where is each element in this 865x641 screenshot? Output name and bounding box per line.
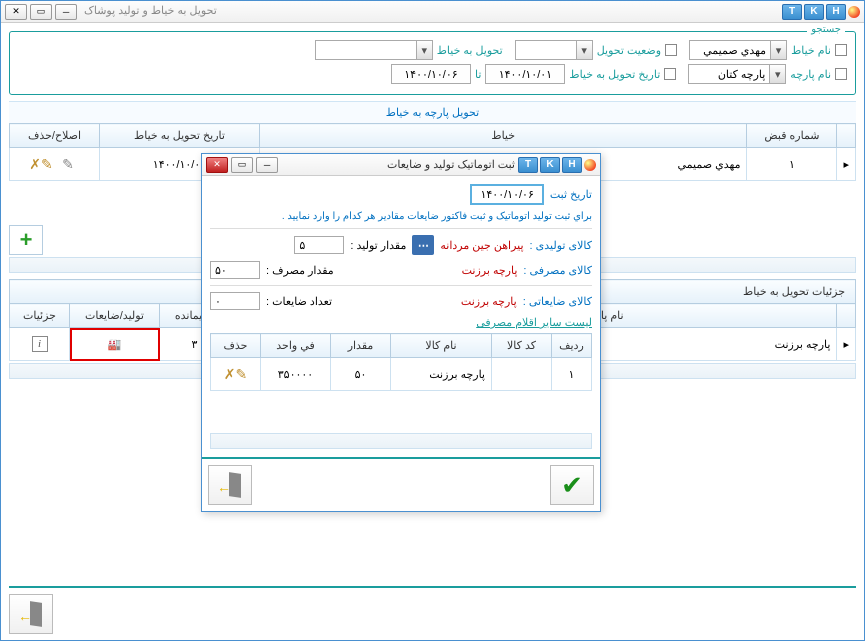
record-dot-icon [584, 159, 596, 171]
cell-unit-price: ۳۵۰۰۰۰ [261, 358, 331, 391]
qty-prod-label: مقدار تولید : [350, 239, 406, 252]
cell-details[interactable]: i [10, 328, 70, 361]
cell-qty: ۵۰ [331, 358, 391, 391]
hkt-k: K [804, 4, 824, 20]
tailor-name-label: نام خیاط [791, 44, 831, 57]
col-prod-waste: تولید/ضایعات [70, 304, 160, 328]
deliver-to-combo[interactable]: ▾ [315, 40, 433, 60]
edit-icon[interactable]: ✎ [56, 152, 80, 176]
exit-door-icon [219, 473, 241, 497]
qty-prod-input[interactable] [294, 236, 344, 254]
hkt-t: T [782, 4, 802, 20]
waste-value: پارچه برزنت [461, 295, 517, 308]
hkt-badge: H K T [782, 4, 860, 20]
col-row: ردیف [552, 334, 592, 358]
modal-exit-button[interactable] [208, 465, 252, 505]
section1-title: تحویل پارچه به خیاط [9, 101, 856, 123]
chevron-down-icon: ▾ [770, 41, 786, 59]
cell-row: ۱ [552, 358, 592, 391]
col-date: تاریخ تحویل به خیاط [100, 124, 260, 148]
consumed-value: پارچه برزنت [462, 264, 518, 277]
window-title: تحویل به خیاط و تولید پوشاک [84, 4, 217, 20]
delete-row-icon[interactable]: ✎✗ [224, 362, 248, 386]
add-button[interactable]: + [9, 225, 43, 255]
reg-date-label: تاریخ ثبت [550, 188, 592, 201]
cell-prod-waste[interactable]: 🏭 [70, 328, 160, 361]
col-name: نام کالا [391, 334, 492, 358]
tailor-name-checkbox[interactable] [835, 44, 847, 56]
fabric-name-value: پارچه کتان [689, 65, 769, 83]
fabric-name-combo[interactable]: ▾ پارچه کتان [688, 64, 786, 84]
modal-title: ثبت اتوماتیک تولید و ضایعات [387, 158, 515, 171]
produced-more-button[interactable]: ⋯ [412, 235, 434, 255]
main-window: H K T تحویل به خیاط و تولید پوشاک ─ ▭ ✕ … [0, 0, 865, 641]
minimize-button[interactable]: ─ [55, 4, 77, 20]
date-to-input[interactable] [391, 64, 471, 84]
status-label: وضعیت تحویل [597, 44, 661, 57]
factory-icon: 🏭 [103, 332, 127, 356]
col-unit-price: في واحد [261, 334, 331, 358]
delete-icon[interactable]: ✎✗ [29, 152, 53, 176]
status-combo[interactable]: ▾ [515, 40, 593, 60]
record-dot-icon [848, 6, 860, 18]
col-edit-del: اصلاح/حذف [10, 124, 100, 148]
confirm-button[interactable]: ✔ [550, 465, 594, 505]
modal-note: براي ثبت تولید اتوماتیک و ثبت فاکتور ضای… [210, 211, 592, 222]
status-checkbox[interactable] [665, 44, 677, 56]
waste-qty-input[interactable] [210, 292, 260, 310]
main-titlebar: H K T تحویل به خیاط و تولید پوشاک ─ ▭ ✕ [1, 1, 864, 23]
qty-cons-label: مقدار مصرف : [266, 264, 334, 277]
close-button[interactable]: ✕ [5, 4, 27, 20]
info-icon: i [32, 336, 48, 352]
cell-name: پارچه برزنت [391, 358, 492, 391]
fabric-name-label: نام پارچه [790, 68, 831, 81]
search-panel: جستجو نام خیاط ▾ مهدي صميمي وضعیت تحویل … [9, 31, 856, 95]
row-marker: ▸ [837, 148, 856, 181]
chevron-down-icon: ▾ [576, 41, 592, 59]
date-range-checkbox[interactable] [664, 68, 676, 80]
waste-label: کالای ضایعاتی : [523, 295, 592, 308]
modal-footer: ✔ [202, 457, 600, 511]
list-title: لیست سایر اقلام مصرفی [210, 316, 592, 329]
modal-minimize-button[interactable]: ─ [256, 157, 278, 173]
cell-actions: ✎ ✎✗ [10, 148, 100, 181]
modal-close-button[interactable]: ✕ [206, 157, 228, 173]
date-range-label: تاریخ تحویل به خیاط [569, 68, 660, 81]
modal-titlebar: H K T ثبت اتوماتیک تولید و ضایعات ─ ▭ ✕ [202, 154, 600, 176]
modal-scrollbar[interactable] [210, 433, 592, 449]
table-row[interactable]: ۱ پارچه برزنت ۵۰ ۳۵۰۰۰۰ ✎✗ [211, 358, 592, 391]
main-footer [9, 586, 856, 634]
production-modal: H K T ثبت اتوماتیک تولید و ضایعات ─ ▭ ✕ … [201, 153, 601, 512]
search-legend: جستجو [807, 24, 845, 35]
hkt-h: H [826, 4, 846, 20]
col-tailor: خیاط [260, 124, 747, 148]
chevron-down-icon: ▾ [769, 65, 785, 83]
chevron-down-icon: ▾ [416, 41, 432, 59]
waste-qty-label: تعداد ضایعات : [266, 295, 332, 308]
reg-date-value[interactable]: ۱۴۰۰/۱۰/۰۶ [470, 184, 543, 205]
consumed-label: کالای مصرفی : [523, 264, 592, 277]
exit-door-icon [20, 602, 42, 626]
col-receipt-no: شماره قبض [747, 124, 837, 148]
qty-cons-input[interactable] [210, 261, 260, 279]
date-from-input[interactable] [485, 64, 565, 84]
to-label: تا [475, 68, 481, 81]
tailor-name-combo[interactable]: ▾ مهدي صميمي [689, 40, 787, 60]
tailor-name-value: مهدي صميمي [690, 41, 770, 59]
col-del: حذف [211, 334, 261, 358]
consumed-items-table: ردیف کد کالا نام کالا مقدار في واحد حذف … [210, 333, 592, 391]
exit-button[interactable] [9, 594, 53, 634]
cell-code [492, 358, 552, 391]
modal-maximize-button[interactable]: ▭ [231, 157, 253, 173]
fabric-name-checkbox[interactable] [835, 68, 847, 80]
deliver-to-label: تحویل به خیاط [437, 44, 503, 57]
col-code: کد کالا [492, 334, 552, 358]
maximize-button[interactable]: ▭ [30, 4, 52, 20]
produced-label: کالای تولیدی : [530, 239, 592, 252]
produced-value: پیراهن جین مردانه [440, 239, 523, 252]
col-qty: مقدار [331, 334, 391, 358]
cell-receipt-no: ۱ [747, 148, 837, 181]
col-details: جزئیات [10, 304, 70, 328]
